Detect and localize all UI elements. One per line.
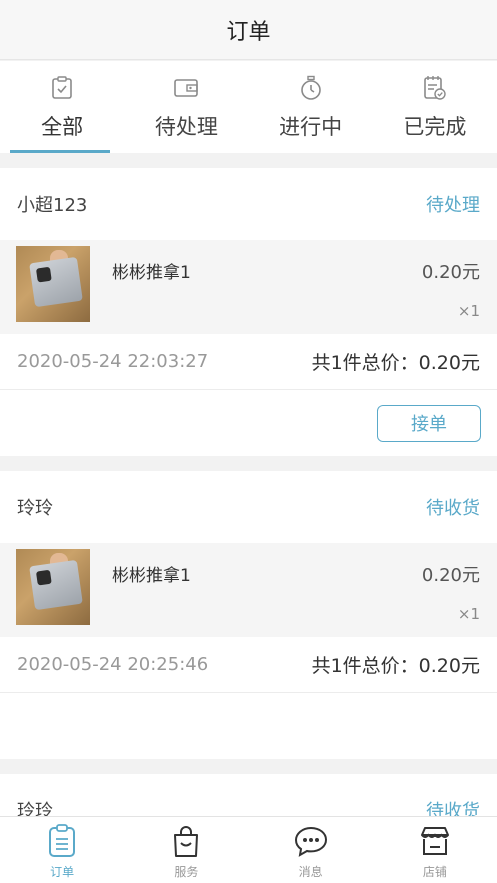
stopwatch-icon <box>298 75 324 101</box>
order-total: 共1件总价：0.20元 <box>311 655 480 677</box>
tab-in-progress[interactable]: 进行中 <box>249 61 373 153</box>
order-list-icon <box>44 823 80 859</box>
clipboard-check-icon <box>49 75 75 101</box>
bottom-nav: 订单 服务 消息 店铺 <box>0 816 497 883</box>
accept-order-button[interactable]: 接单 <box>377 404 481 442</box>
order-time: 2020-05-24 20:25:46 <box>17 654 209 675</box>
order-summary: 2020-05-24 20:25:46 共1件总价：0.20元 <box>0 637 497 693</box>
page-title: 订单 <box>226 19 271 45</box>
tab-all[interactable]: 全部 <box>0 61 124 153</box>
product-quantity: ×1 <box>457 605 480 623</box>
storefront-icon <box>417 823 453 859</box>
nav-label: 服务 <box>174 865 199 879</box>
nav-label: 消息 <box>298 865 323 879</box>
tab-label: 全部 <box>41 115 84 139</box>
order-summary: 2020-05-24 22:03:27 共1件总价：0.20元 <box>0 334 497 390</box>
product-price: 0.20元 <box>421 565 480 586</box>
nav-orders[interactable]: 订单 <box>0 817 124 883</box>
nav-store[interactable]: 店铺 <box>373 817 497 883</box>
order-card-header: 玲玲 待收货 <box>0 471 497 543</box>
order-actions: 接单 <box>0 390 497 456</box>
tab-pending[interactable]: 待处理 <box>124 61 248 153</box>
nav-services[interactable]: 服务 <box>124 817 248 883</box>
tab-completed[interactable]: 已完成 <box>373 61 497 153</box>
customer-name: 小超123 <box>17 195 88 216</box>
order-card: 玲玲 待收货 <box>0 774 497 816</box>
order-item[interactable]: 彬彬推拿1 0.20元 ×1 <box>0 543 497 637</box>
product-price: 0.20元 <box>421 262 480 283</box>
order-status: 待收货 <box>426 498 480 519</box>
customer-name: 玲玲 <box>17 801 53 816</box>
order-time: 2020-05-24 22:03:27 <box>17 351 209 372</box>
order-card-header: 玲玲 待收货 <box>0 774 497 816</box>
nav-label: 订单 <box>50 865 75 879</box>
customer-name: 玲玲 <box>17 498 53 519</box>
tab-label: 已完成 <box>403 115 467 139</box>
order-card: 小超123 待处理 彬彬推拿1 0.20元 ×1 2020-05-24 22:0… <box>0 168 497 456</box>
order-filter-tabs: 全部 待处理 进行中 已完成 <box>0 61 497 153</box>
shopping-bag-icon <box>168 823 204 859</box>
order-status: 待收货 <box>426 801 480 816</box>
order-actions <box>0 693 497 759</box>
product-thumbnail <box>16 549 90 625</box>
tab-label: 进行中 <box>279 115 343 139</box>
order-list[interactable]: 小超123 待处理 彬彬推拿1 0.20元 ×1 2020-05-24 22:0… <box>0 153 497 816</box>
tab-label: 待处理 <box>154 115 218 139</box>
top-bar: 订单 <box>0 0 497 60</box>
nav-messages[interactable]: 消息 <box>249 817 373 883</box>
order-item[interactable]: 彬彬推拿1 0.20元 ×1 <box>0 240 497 334</box>
nav-label: 店铺 <box>422 865 447 879</box>
product-thumbnail <box>16 246 90 322</box>
notepad-check-icon <box>422 75 448 101</box>
chat-bubble-icon <box>293 823 329 859</box>
order-card-header: 小超123 待处理 <box>0 168 497 240</box>
order-total: 共1件总价：0.20元 <box>311 352 480 374</box>
order-card: 玲玲 待收货 彬彬推拿1 0.20元 ×1 2020-05-24 20:25:4… <box>0 471 497 759</box>
order-status: 待处理 <box>426 195 480 216</box>
product-quantity: ×1 <box>457 302 480 320</box>
wallet-icon <box>173 75 199 101</box>
